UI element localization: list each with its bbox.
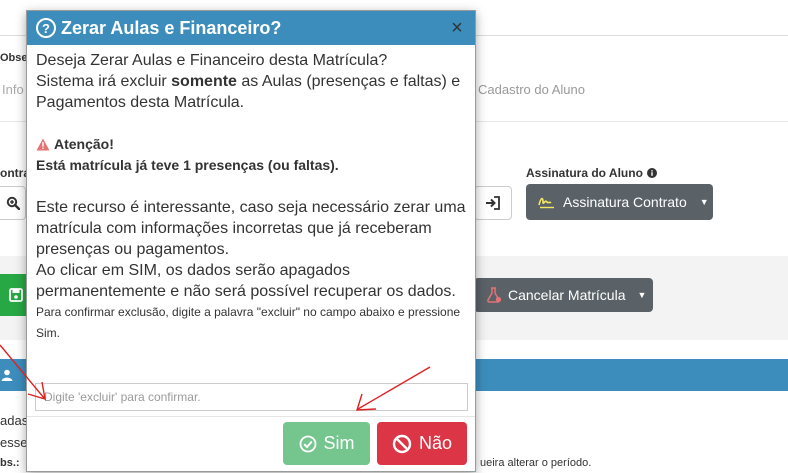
tab-cadastro-aluno[interactable]: Cadastro do Aluno (478, 82, 585, 97)
info-text: Este recurso é interessante, caso seja n… (36, 199, 466, 258)
question-circle-icon: ? (36, 18, 56, 38)
sign-in-button[interactable] (474, 186, 512, 220)
obs-tail-text: ueira alterar o período. (480, 457, 592, 469)
sim-button-label: Sim (323, 433, 355, 453)
info-text-2: Ao clicar em SIM, os dados serão apagado… (36, 262, 456, 300)
signature-icon (538, 197, 554, 209)
assinatura-contrato-button[interactable]: Assinatura Contrato ▼ (526, 184, 713, 220)
assinatura-label-text: Assinatura do Aluno (526, 166, 643, 180)
close-button[interactable]: × (447, 18, 467, 38)
warning-icon (36, 138, 50, 151)
sim-button[interactable]: Sim (283, 422, 370, 465)
flask-icon (487, 287, 502, 303)
background-text-esse: esse (0, 435, 28, 450)
sign-in-icon (486, 196, 500, 210)
save-icon (9, 288, 23, 302)
assinatura-aluno-label: Assinatura do Aluno (526, 166, 657, 180)
explanation-pre: Sistema irá excluir (36, 73, 172, 90)
dialog-body: Deseja Zerar Aulas e Financeiro desta Ma… (36, 50, 468, 344)
user-icon (1, 369, 13, 381)
view-contract-button[interactable] (0, 186, 26, 220)
attention-label: Atenção! (54, 136, 114, 152)
info-icon[interactable] (646, 168, 657, 178)
footer-divider (27, 416, 475, 417)
check-circle-icon (299, 435, 316, 452)
zerar-aulas-dialog: ? Zerar Aulas e Financeiro? × Deseja Zer… (26, 10, 476, 472)
obs-label-text: bs.: (0, 457, 20, 469)
explanation-bold: somente (171, 73, 237, 90)
nao-button-label: Não (418, 433, 453, 453)
confirm-instruction: Para confirmar exclusão, digite a palavr… (36, 305, 461, 340)
dialog-header: ? Zerar Aulas e Financeiro? × (27, 11, 475, 45)
assinatura-button-label: Assinatura Contrato (563, 194, 687, 210)
background-text-adas: adas (0, 413, 29, 428)
obs-label: bs.: (0, 457, 20, 469)
zoom-in-icon (6, 196, 20, 210)
warning-text: Está matrícula já teve 1 presenças (ou f… (36, 157, 339, 173)
dialog-question: Deseja Zerar Aulas e Financeiro desta Ma… (36, 52, 388, 69)
dialog-title: Zerar Aulas e Financeiro? (61, 17, 282, 38)
attention-heading: Atenção! (36, 134, 468, 155)
tab-info[interactable]: Info (2, 82, 24, 97)
ban-icon (392, 434, 412, 453)
caret-down-icon: ▼ (637, 290, 647, 300)
cancelar-button-label: Cancelar Matrícula (508, 287, 626, 303)
cancelar-matricula-button[interactable]: Cancelar Matrícula ▼ (474, 278, 653, 312)
nao-button[interactable]: Não (377, 422, 467, 465)
dialog-explanation: Sistema irá excluir somente as Aulas (pr… (36, 71, 468, 113)
confirm-excluir-input[interactable] (35, 383, 468, 411)
caret-down-icon: ▼ (699, 197, 709, 207)
